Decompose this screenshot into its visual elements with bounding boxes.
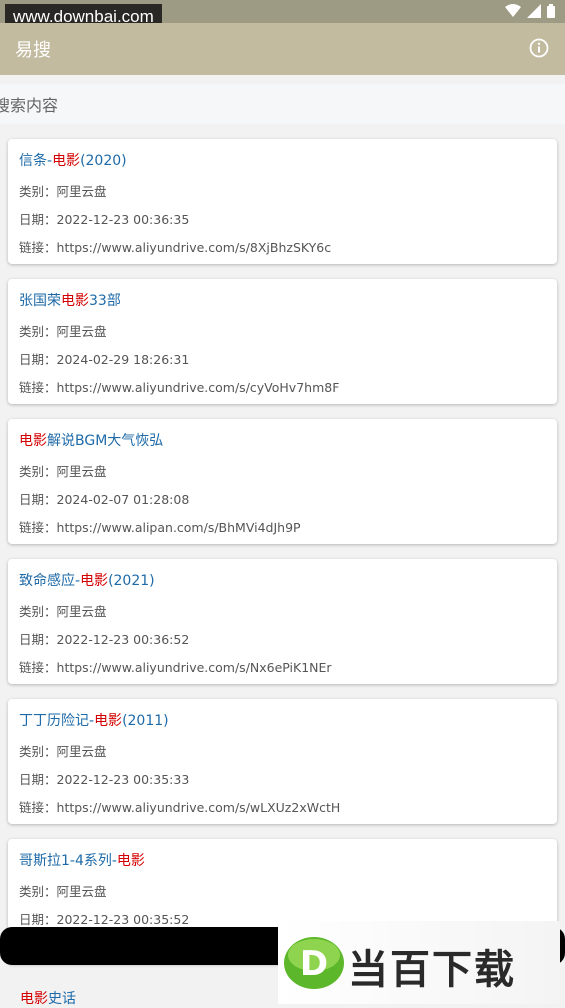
keyword-highlight: 电影 <box>80 573 109 589</box>
date-row: 日期：2022-12-23 00:35:33 <box>19 772 190 787</box>
keyword-highlight: 电影 <box>94 713 123 729</box>
signal-icon <box>527 4 541 18</box>
link-row[interactable]: 链接：https://www.aliyundrive.com/s/cyVoHv7… <box>19 377 339 396</box>
result-title[interactable]: 致命感应-电影(2021) <box>19 570 155 590</box>
wifi-icon <box>505 4 521 17</box>
result-title[interactable]: 信条-电影(2020) <box>19 150 127 170</box>
result-list: 信条-电影(2020) 类别：阿里云盘 日期：2022-12-23 00:36:… <box>8 139 557 979</box>
category-row: 类别：阿里云盘 <box>19 604 107 619</box>
date-row: 日期：2022-12-23 00:35:52 <box>19 912 190 927</box>
keyword-highlight: 电影 <box>20 991 48 1007</box>
brand-text: 当百下载 <box>348 947 516 993</box>
svg-text:D: D <box>300 944 328 984</box>
result-card[interactable]: 致命感应-电影(2021) 类别：阿里云盘 日期：2022-12-23 00:3… <box>8 559 557 684</box>
result-link: https://www.alipan.com/s/BhMVi4dJh9P <box>56 520 301 535</box>
result-link: https://www.aliyundrive.com/s/cyVoHv7hm8… <box>56 380 340 395</box>
result-title[interactable]: 电影解说BGM大气恢弘 <box>19 430 163 450</box>
info-icon[interactable] <box>529 38 549 58</box>
link-row[interactable]: 链接：https://www.aliyundrive.com/s/wLXUz2x… <box>19 797 340 816</box>
category-row: 类别：阿里云盘 <box>19 884 107 899</box>
keyword-highlight: 电影 <box>61 293 89 309</box>
date-row: 日期：2022-12-23 00:36:52 <box>19 632 190 647</box>
date-row: 日期：2024-02-07 01:28:08 <box>19 492 190 507</box>
link-row[interactable]: 链接：https://www.aliyundrive.com/s/Nx6ePiK… <box>19 657 332 676</box>
app-bar: 易搜 <box>0 23 565 75</box>
result-link: https://www.aliyundrive.com/s/8XjBhzSKY6… <box>56 240 332 255</box>
brand-watermark: D 当百下载 <box>278 921 560 1004</box>
category-row: 类别：阿里云盘 <box>19 464 107 479</box>
app-title: 易搜 <box>15 40 51 61</box>
keyword-highlight: 电影 <box>52 153 81 169</box>
result-card[interactable]: 张国荣电影33部 类别：阿里云盘 日期：2024-02-29 18:26:31 … <box>8 279 557 404</box>
result-link: https://www.aliyundrive.com/s/wLXUz2xWct… <box>56 800 341 815</box>
result-title-partial[interactable]: 电影史话 <box>20 988 76 1008</box>
category-row: 类别：阿里云盘 <box>19 324 107 339</box>
keyword-highlight: 电影 <box>116 853 145 869</box>
link-row[interactable]: 链接：https://www.alipan.com/s/BhMVi4dJh9P <box>19 517 301 536</box>
result-title[interactable]: 丁丁历险记-电影(2011) <box>19 710 169 730</box>
link-row[interactable]: 链接：https://www.aliyundrive.com/s/8XjBhzS… <box>19 237 331 256</box>
result-link: https://www.aliyundrive.com/s/Nx6ePiK1NE… <box>56 660 332 675</box>
result-title[interactable]: 张国荣电影33部 <box>19 290 121 310</box>
battery-icon <box>547 4 555 18</box>
status-icons <box>505 4 555 18</box>
brand-logo-icon: D <box>284 937 344 989</box>
search-input[interactable] <box>0 84 536 126</box>
date-row: 日期：2022-12-23 00:36:35 <box>19 212 190 227</box>
category-row: 类别：阿里云盘 <box>19 184 107 199</box>
result-card[interactable]: 信条-电影(2020) 类别：阿里云盘 日期：2022-12-23 00:36:… <box>8 139 557 264</box>
result-card[interactable]: 丁丁历险记-电影(2011) 类别：阿里云盘 日期：2022-12-23 00:… <box>8 699 557 824</box>
result-card[interactable]: 电影解说BGM大气恢弘 类别：阿里云盘 日期：2024-02-07 01:28:… <box>8 419 557 544</box>
keyword-highlight: 电影 <box>19 433 47 449</box>
result-title[interactable]: 哥斯拉1-4系列-电影 <box>19 850 145 870</box>
category-row: 类别：阿里云盘 <box>19 744 107 759</box>
date-row: 日期：2024-02-29 18:26:31 <box>19 352 190 367</box>
search-bar <box>0 84 565 126</box>
